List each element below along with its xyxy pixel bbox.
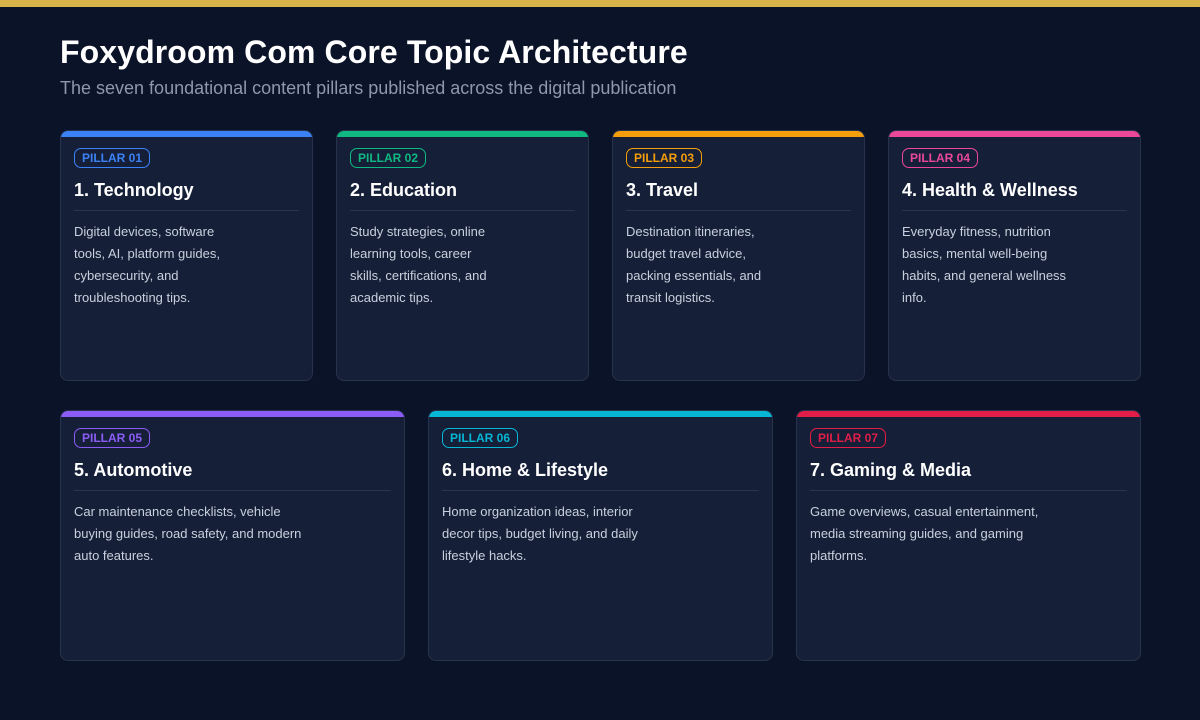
pillar-description: Game overviews, casual entertainment, me… (810, 504, 1039, 563)
pillar-badge: PILLAR 04 (902, 148, 979, 168)
card-accent-bar (889, 131, 1140, 137)
pillar-card: PILLAR 07 7. Gaming & Media Game overvie… (796, 410, 1141, 661)
card-divider (74, 210, 299, 211)
pillar-title: 5. Automotive (74, 460, 193, 480)
card-accent-bar (61, 131, 312, 137)
card-accent-bar (61, 411, 404, 417)
pillar-badge: PILLAR 03 (626, 148, 703, 168)
pillar-card: PILLAR 06 6. Home & Lifestyle Home organ… (428, 410, 773, 661)
pillar-card: PILLAR 01 1. Technology Digital devices,… (60, 130, 313, 381)
card-divider (74, 490, 391, 491)
pillar-description: Car maintenance checklists, vehicle buyi… (74, 504, 302, 563)
pillar-badge: PILLAR 01 (74, 148, 151, 168)
pillar-card: PILLAR 03 3. Travel Destination itinerar… (612, 130, 865, 381)
pillar-description: Everyday fitness, nutrition basics, ment… (902, 224, 1067, 305)
pillar-title: 3. Travel (626, 180, 699, 200)
pillar-badge: PILLAR 06 (442, 428, 519, 448)
card-divider (626, 210, 851, 211)
pillar-badge: PILLAR 02 (350, 148, 427, 168)
card-accent-bar (337, 131, 588, 137)
page-subtitle: The seven foundational content pillars p… (60, 78, 677, 98)
top-accent-bar (0, 0, 1200, 7)
card-divider (902, 210, 1127, 211)
card-divider (810, 490, 1127, 491)
pillar-title: 7. Gaming & Media (810, 460, 972, 480)
pillar-badge: PILLAR 05 (74, 428, 151, 448)
pillar-badge: PILLAR 07 (810, 428, 887, 448)
pillar-card: PILLAR 05 5. Automotive Car maintenance … (60, 410, 405, 661)
card-accent-bar (613, 131, 864, 137)
page-title: Foxydroom Com Core Topic Architecture (60, 34, 688, 70)
card-accent-bar (429, 411, 772, 417)
pillar-description: Home organization ideas, interior decor … (442, 504, 638, 563)
pillar-title: 1. Technology (74, 180, 194, 200)
pillar-description: Study strategies, online learning tools,… (350, 224, 487, 305)
pillar-title: 6. Home & Lifestyle (442, 460, 609, 480)
pillar-card: PILLAR 04 4. Health & Wellness Everyday … (888, 130, 1141, 381)
pillar-card: PILLAR 02 2. Education Study strategies,… (336, 130, 589, 381)
card-accent-bar (797, 411, 1140, 417)
pillar-description: Destination itineraries, budget travel a… (626, 224, 762, 305)
pillar-title: 2. Education (350, 180, 458, 200)
card-divider (442, 490, 759, 491)
card-divider (350, 210, 575, 211)
pillar-title: 4. Health & Wellness (902, 180, 1078, 200)
pillar-description: Digital devices, software tools, AI, pla… (74, 224, 220, 305)
